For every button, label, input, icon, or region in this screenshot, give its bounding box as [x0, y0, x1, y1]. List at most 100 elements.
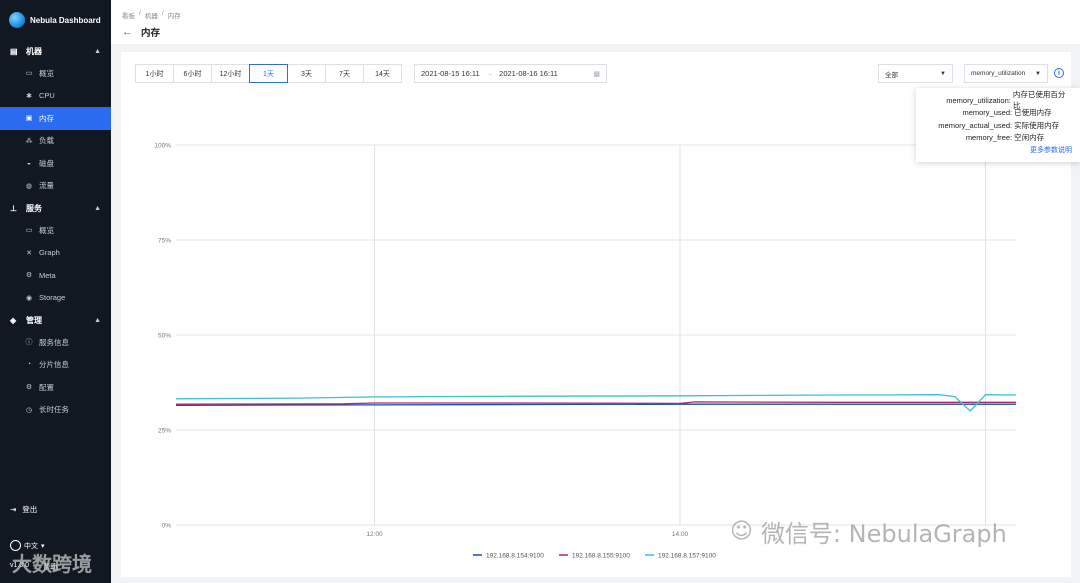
- breadcrumb-item[interactable]: 看板: [122, 10, 135, 20]
- info-circle-icon[interactable]: i: [1054, 68, 1064, 78]
- sidebar-item-partition-info[interactable]: ◔ 分片信息: [0, 354, 111, 377]
- logout-button[interactable]: ⇥ 登出: [10, 504, 37, 515]
- nav-group-label: 服务: [26, 203, 42, 213]
- sidebar-item-disk[interactable]: ◒ 磁盘: [0, 152, 111, 175]
- nebula-logo-icon: [9, 12, 25, 28]
- sidebar-item-memory[interactable]: ▣ 内存: [0, 107, 111, 130]
- nav-group-machine[interactable]: ▤ 机器 ▲: [0, 40, 111, 62]
- range-button-3d[interactable]: 3天: [287, 64, 326, 83]
- sidebar-item-label: Storage: [39, 293, 66, 303]
- tooltip-value: 空闲内存: [1014, 133, 1045, 143]
- caret-down-icon: ▼: [940, 70, 946, 77]
- storage-icon: ◉: [25, 294, 33, 302]
- range-button-14d[interactable]: 14天: [363, 64, 402, 83]
- tooltip-key: memory_utilization: [946, 95, 1009, 105]
- sidebar-item-service-overview[interactable]: ▭ 概览: [0, 219, 111, 242]
- sidebar-item-meta[interactable]: ⚙ Meta: [0, 264, 111, 287]
- traffic-icon: ◍: [25, 182, 33, 190]
- sidebar-item-cpu[interactable]: ✱ CPU: [0, 85, 111, 108]
- end-date[interactable]: 2021-08-16 16:11: [499, 69, 558, 78]
- tooltip-value: 实际使用内存: [1014, 120, 1060, 130]
- range-button-6h[interactable]: 6小时: [173, 64, 212, 83]
- sidebar-item-load[interactable]: ⁂ 负载: [0, 130, 111, 153]
- breadcrumb-item[interactable]: 机器: [145, 10, 158, 20]
- time-range-group: 1小时 6小时 12小时 1天 3天 7天 14天: [135, 64, 402, 83]
- start-date[interactable]: 2021-08-15 16:11: [421, 69, 480, 78]
- range-button-7d[interactable]: 7天: [325, 64, 364, 83]
- sidebar-item-storage[interactable]: ◉ Storage: [0, 287, 111, 310]
- sidebar-item-config[interactable]: ⚙ 配置: [0, 376, 111, 399]
- meta-icon: ⚙: [25, 272, 33, 280]
- page-header: 看板 / 机器 / 内存 ← 内存: [111, 0, 1080, 44]
- date-range-picker[interactable]: 2021-08-15 16:11 → 2021-08-16 16:11 ▦: [414, 64, 607, 83]
- partition-icon: ◔: [26, 361, 32, 369]
- tooltip-row: memory_utilization: 内存已使用百分比: [924, 90, 1072, 110]
- metric-select-value: memory_utilization: [971, 70, 1026, 77]
- calendar-icon: ▦: [593, 70, 600, 78]
- info-icon: ⓘ: [25, 339, 33, 347]
- back-arrow-icon[interactable]: ←: [122, 26, 133, 38]
- instance-select[interactable]: 全部 ▼: [878, 64, 953, 83]
- sidebar-item-label: 长时任务: [39, 405, 69, 415]
- logout-label: 登出: [22, 505, 38, 514]
- wechat-icon: ☺: [730, 519, 753, 544]
- nav-group-management[interactable]: ◈ 管理 ▲: [0, 309, 111, 331]
- sidebar-item-label: 内存: [39, 113, 54, 123]
- more-params-link[interactable]: 更多参数说明: [924, 145, 1072, 155]
- sidebar: Nebula Dashboard ▤ 机器 ▲ ▭ 概览 ✱ CPU ▣ 内存 ⁂ 负载…: [0, 0, 111, 583]
- disk-icon: ◒: [26, 159, 32, 167]
- sidebar-item-label: Meta: [39, 270, 56, 280]
- tooltip-key: memory_actual_used: [938, 120, 1010, 130]
- cpu-icon: ✱: [26, 92, 32, 100]
- sidebar-item-label: CPU: [39, 91, 55, 101]
- task-icon: ◷: [25, 406, 33, 414]
- brand[interactable]: Nebula Dashboard: [0, 0, 111, 40]
- overlay-watermark: 大数跨境: [12, 552, 92, 576]
- chevron-up-icon: ▲: [94, 47, 101, 55]
- logout-icon: ⇥: [10, 505, 17, 514]
- machine-icon: ▤: [10, 46, 18, 56]
- tooltip-row: memory_actual_used: 实际使用内存: [924, 119, 1072, 132]
- tooltip-row: memory_free: 空闲内存: [924, 132, 1072, 145]
- chevron-up-icon: ▲: [94, 316, 101, 324]
- graph-icon: ✕: [26, 249, 32, 257]
- range-button-12h[interactable]: 12小时: [211, 64, 250, 83]
- nav-group-label: 管理: [26, 315, 42, 325]
- page-title-row: ← 内存: [122, 25, 160, 39]
- sidebar-item-traffic[interactable]: ◍ 流量: [0, 175, 111, 198]
- nav-group-label: 机器: [26, 46, 42, 56]
- caret-down-icon: ▼: [1035, 70, 1041, 77]
- sidebar-item-label: 概览: [39, 225, 54, 235]
- sidebar-item-service-info[interactable]: ⓘ 服务信息: [0, 331, 111, 354]
- metric-select[interactable]: memory_utilization ▼: [964, 64, 1048, 83]
- breadcrumb-separator: /: [161, 10, 164, 17]
- metric-help-tooltip: memory_utilization: 内存已使用百分比 memory_used…: [916, 88, 1080, 162]
- config-icon: ⚙: [25, 384, 33, 392]
- service-icon: ⊥: [10, 203, 17, 213]
- breadcrumb-separator: /: [139, 10, 141, 17]
- breadcrumb: 看板 / 机器 / 内存: [122, 10, 181, 20]
- sidebar-item-label: 磁盘: [39, 158, 54, 168]
- range-button-1d[interactable]: 1天: [249, 64, 288, 83]
- sidebar-item-label: 概览: [39, 68, 54, 78]
- overview-icon: ▭: [25, 70, 33, 78]
- sidebar-item-graph[interactable]: ✕ Graph: [0, 242, 111, 265]
- sidebar-item-machine-overview[interactable]: ▭ 概览: [0, 62, 111, 85]
- nav-group-service[interactable]: ⊥ 服务 ▲: [0, 197, 111, 219]
- tooltip-value: 已使用内存: [1014, 108, 1052, 118]
- watermark-text: 微信号: NebulaGraph: [760, 520, 1007, 548]
- wechat-watermark: ☺ 微信号: NebulaGraph: [730, 514, 1007, 549]
- sidebar-item-long-task[interactable]: ◷ 长时任务: [0, 399, 111, 422]
- load-icon: ⁂: [25, 137, 33, 145]
- page-title: 内存: [141, 28, 161, 39]
- app-title: Nebula Dashboard: [30, 15, 101, 25]
- sidebar-item-label: 配置: [39, 382, 54, 392]
- management-icon: ◈: [10, 315, 17, 325]
- sidebar-item-label: 分片信息: [39, 360, 69, 370]
- instance-select-value: 全部: [885, 71, 898, 79]
- range-button-1h[interactable]: 1小时: [135, 64, 174, 83]
- tooltip-key: memory_free: [965, 133, 1010, 143]
- tooltip-row: memory_used: 已使用内存: [924, 107, 1072, 120]
- memory-icon: ▣: [25, 115, 33, 123]
- overview-icon: ▭: [25, 227, 33, 235]
